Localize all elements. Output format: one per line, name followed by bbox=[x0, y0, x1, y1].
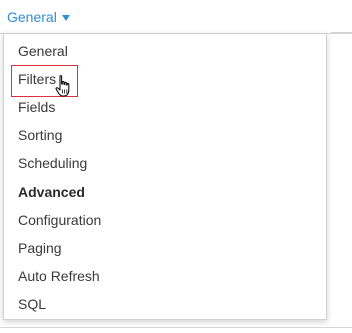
general-tab-dropdown[interactable]: General bbox=[7, 8, 70, 26]
divider bbox=[0, 327, 352, 328]
dropdown-menu: General Filters Fields Sorting Schedulin… bbox=[3, 33, 327, 320]
menu-item-sorting[interactable]: Sorting bbox=[18, 125, 62, 145]
divider bbox=[331, 32, 352, 33]
menu-item-scheduling[interactable]: Scheduling bbox=[18, 153, 87, 173]
menu-item-paging[interactable]: Paging bbox=[18, 238, 62, 258]
menu-item-general[interactable]: General bbox=[18, 41, 68, 61]
tab-bar: General bbox=[0, 0, 352, 34]
menu-item-auto-refresh[interactable]: Auto Refresh bbox=[18, 266, 100, 286]
tab-label: General bbox=[7, 9, 57, 25]
menu-item-sql[interactable]: SQL bbox=[18, 294, 46, 314]
menu-heading-advanced: Advanced bbox=[18, 184, 85, 200]
chevron-down-icon bbox=[61, 14, 70, 21]
menu-item-configuration[interactable]: Configuration bbox=[18, 210, 101, 230]
hand-pointer-icon bbox=[55, 75, 70, 97]
menu-item-fields[interactable]: Fields bbox=[18, 97, 55, 117]
